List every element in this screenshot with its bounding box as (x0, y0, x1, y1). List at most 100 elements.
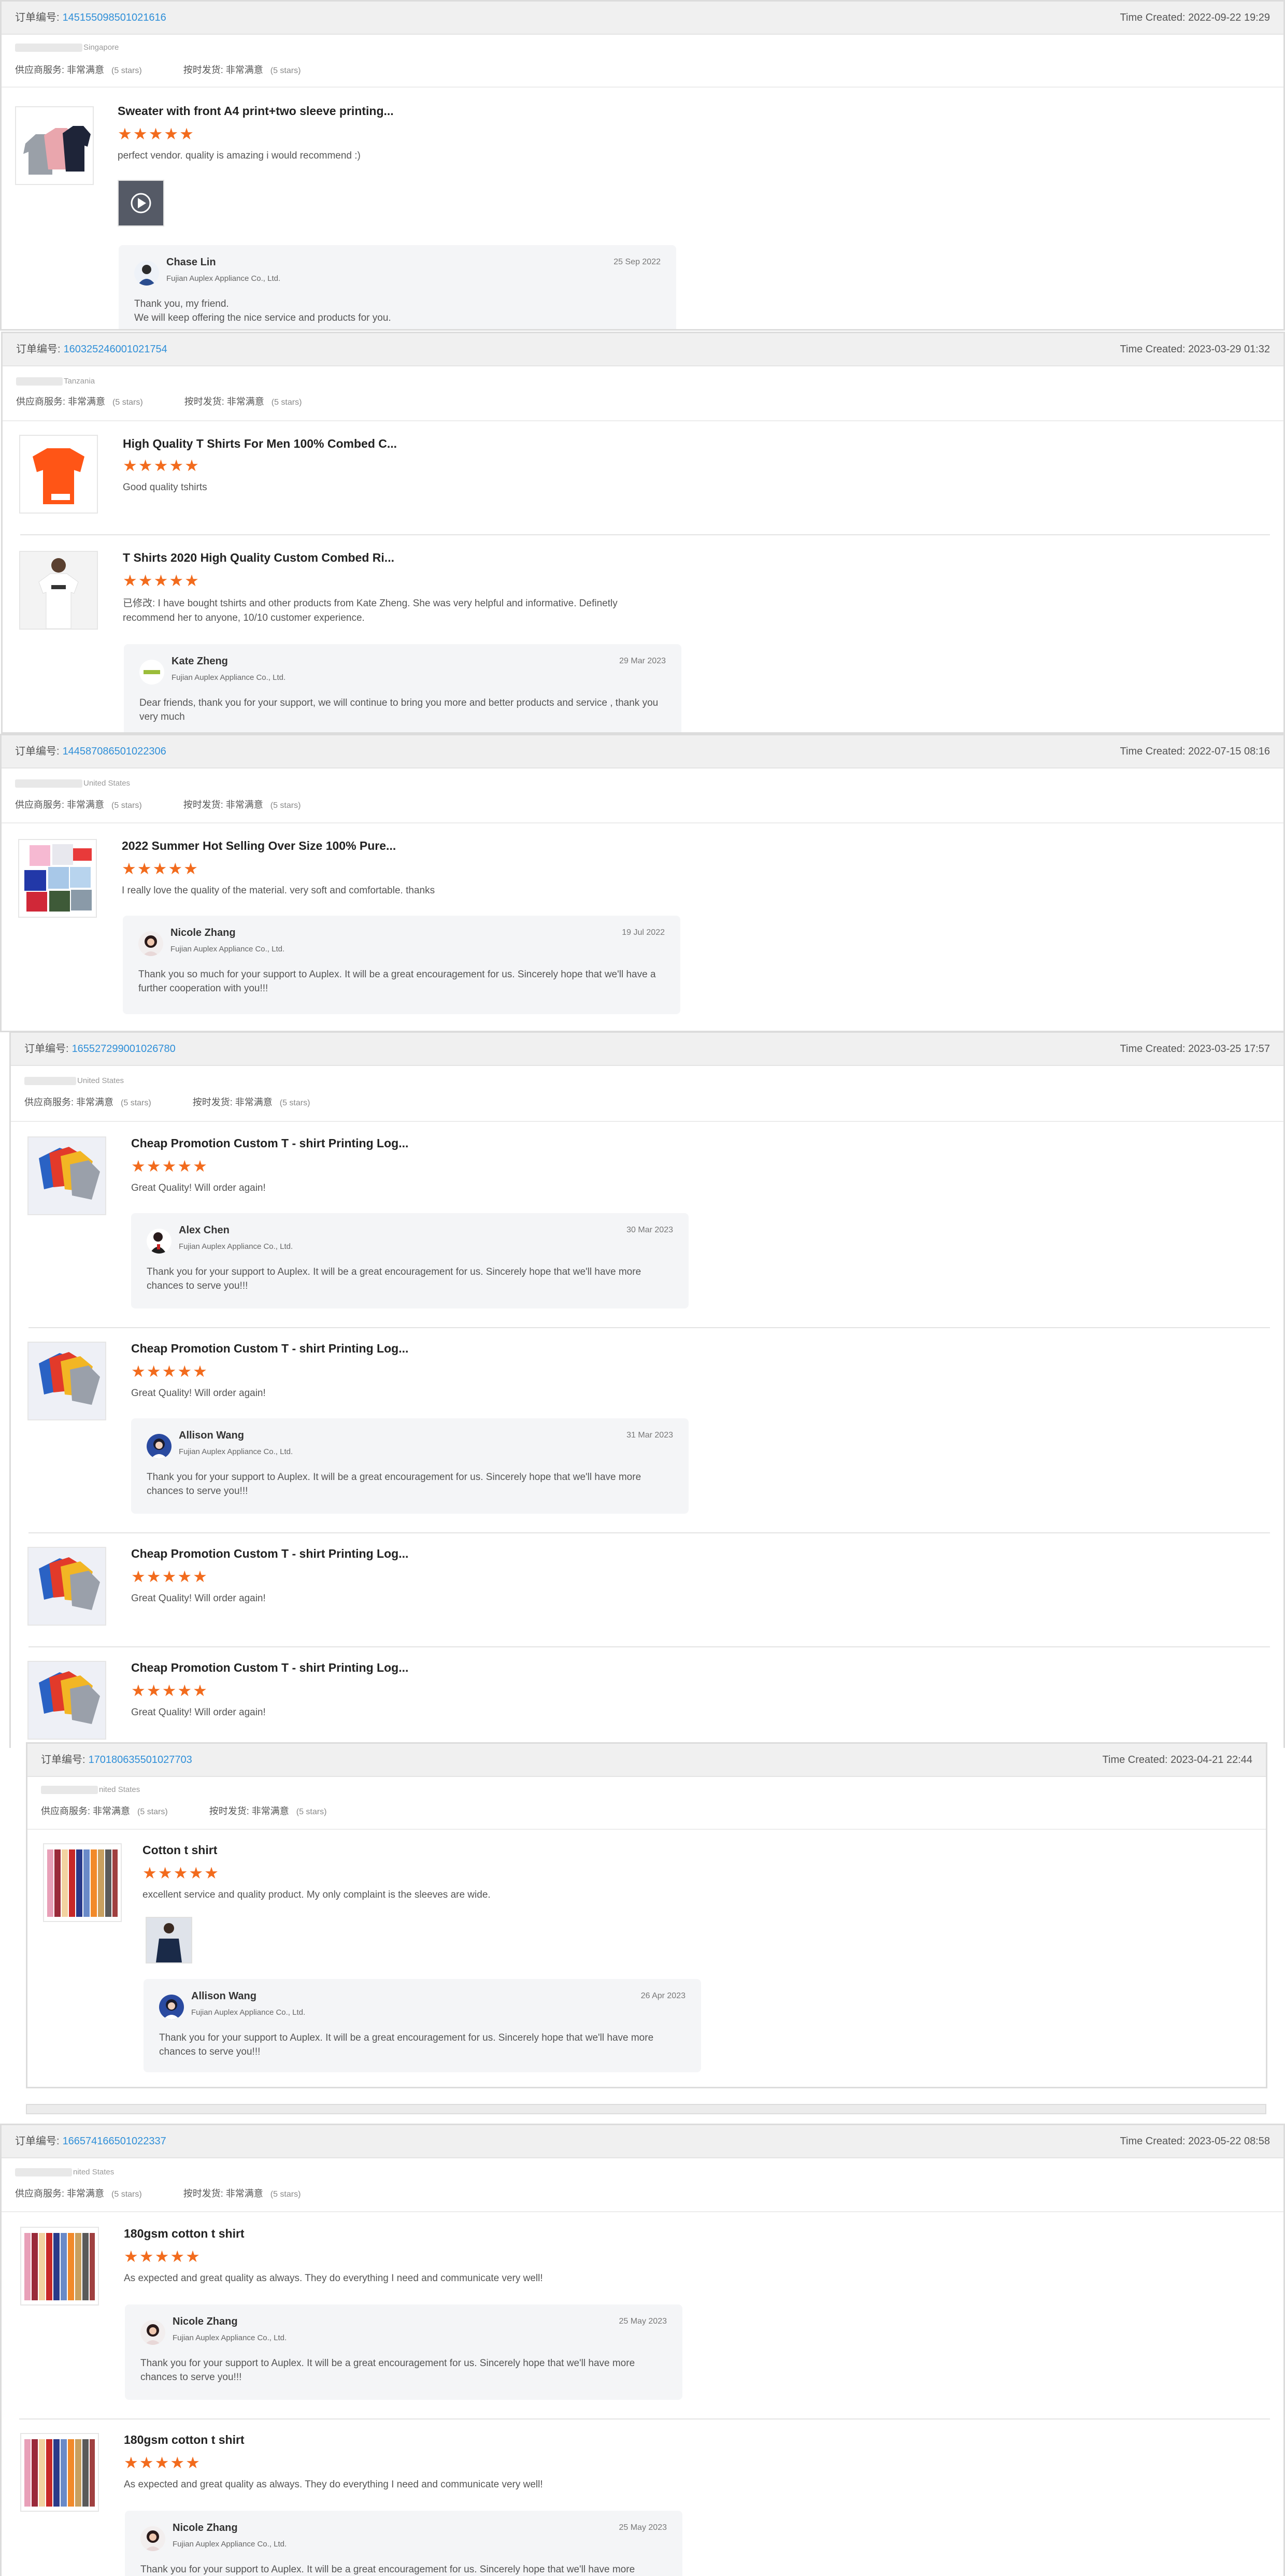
avatar (134, 261, 159, 286)
product-thumbnail[interactable] (19, 551, 98, 630)
reply-date: 25 May 2023 (619, 2317, 667, 2326)
buyer-name-blurred (16, 377, 63, 386)
review-text: excellent service and quality product. M… (142, 1889, 491, 1900)
reply-date: 29 Mar 2023 (619, 657, 666, 665)
rating-stars: ★★★★★ (124, 2454, 201, 2472)
rating-stars: ★★★★★ (131, 1157, 208, 1175)
product-thumbnail[interactable] (18, 839, 97, 918)
order-number-link[interactable]: 144587086501022306 (63, 746, 166, 757)
replier-company: Fujian Auplex Appliance Co., Ltd. (170, 945, 285, 953)
review-text: Great Quality! Will order again! (131, 1388, 266, 1399)
product-thumbnail[interactable] (27, 1342, 106, 1420)
product-title[interactable]: Cheap Promotion Custom T - shirt Printin… (131, 1136, 408, 1150)
product-title[interactable]: Cheap Promotion Custom T - shirt Printin… (131, 1547, 408, 1561)
replier-name: Allison Wang (191, 1990, 256, 2002)
product-thumbnail[interactable] (20, 2227, 99, 2305)
supplier-reply: Nicole Zhang Fujian Auplex Appliance Co.… (125, 2511, 682, 2576)
product-title[interactable]: 180gsm cotton t shirt (124, 2227, 245, 2241)
product-title[interactable]: High Quality T Shirts For Men 100% Combe… (123, 437, 397, 451)
reply-text: Thank you, my friend. We will keep offer… (134, 298, 391, 323)
buyer-location: Tanzania (16, 377, 95, 386)
rating-stars: ★★★★★ (124, 2247, 201, 2266)
reply-text: Dear friends, thank you for your support… (139, 698, 659, 722)
time-created-value: 2022-07-15 08:16 (1188, 746, 1270, 757)
review-text: Great Quality! Will order again! (131, 1183, 266, 1193)
divider (3, 420, 1283, 421)
divider (2, 2211, 1283, 2212)
time-created-label: Time Created: (1120, 344, 1186, 355)
buyer-location: nited States (15, 2168, 114, 2177)
buyer-name-blurred (24, 1077, 76, 1086)
review-text: perfect vendor. quality is amazing i wou… (118, 150, 361, 161)
order-number-label: 订单编号: (15, 2136, 60, 2147)
review-photo[interactable] (146, 1917, 192, 1963)
order-header: 订单编号: 165527299001026780 Time Created: 20… (11, 1033, 1283, 1066)
review-text: Great Quality! Will order again! (131, 1707, 266, 1718)
time-created-label: Time Created: (1120, 746, 1186, 757)
reply-date: 26 Apr 2023 (640, 1991, 686, 2000)
product-title[interactable]: Cotton t shirt (142, 1843, 217, 1857)
time-created-value: 2022-09-22 19:29 (1188, 12, 1270, 23)
product-title[interactable]: Cheap Promotion Custom T - shirt Printin… (131, 1342, 408, 1356)
review-video-thumbnail[interactable] (118, 180, 164, 226)
review-body: I have bought tshirts and other products… (123, 598, 618, 623)
order-number-link[interactable]: 170180635501027703 (89, 1754, 192, 1766)
order-card: 订单编号: 166574166501022337 Time Created: 20… (0, 2124, 1285, 2576)
product-thumbnail[interactable] (43, 1843, 122, 1922)
time-created-value: 2023-03-29 01:32 (1188, 344, 1270, 355)
order-number-link[interactable]: 166574166501022337 (63, 2136, 166, 2147)
buyer-name-blurred (15, 44, 82, 52)
product-thumbnail[interactable] (27, 1661, 106, 1740)
time-created-label: Time Created: (1120, 12, 1186, 23)
rating-summary: 供应商服务: 非常满意 (5 stars) 按时发货: 非常满意 (5 stars) (41, 1806, 327, 1816)
rating-stars: ★★★★★ (123, 572, 200, 590)
reply-text: Thank you for your support to Auplex. It… (159, 2032, 654, 2057)
rating-summary: 供应商服务: 非常满意 (5 stars) 按时发货: 非常满意 (5 stars) (15, 800, 301, 810)
time-created-value: 2023-03-25 17:57 (1188, 1043, 1270, 1055)
order-header: 订单编号: 160325246001021754 Time Created: 20… (3, 333, 1283, 366)
order-card: 订单编号: 160325246001021754 Time Created: 20… (1, 332, 1285, 734)
order-number-label: 订单编号: (15, 12, 60, 23)
product-thumbnail[interactable] (20, 2433, 99, 2512)
order-number-link[interactable]: 145155098501021616 (63, 12, 166, 23)
product-title[interactable]: T Shirts 2020 High Quality Custom Combed… (123, 551, 394, 565)
order-number-label: 订单编号: (16, 344, 61, 355)
rating-summary: 供应商服务: 非常满意 (5 stars) 按时发货: 非常满意 (5 stars) (16, 396, 302, 407)
product-title[interactable]: Cheap Promotion Custom T - shirt Printin… (131, 1661, 408, 1675)
avatar (139, 660, 164, 685)
buyer-name-blurred (41, 1786, 98, 1795)
review-text: 已修改: I have bought tshirts and other pro… (123, 596, 651, 625)
product-thumbnail[interactable] (27, 1547, 106, 1626)
time-created-label: Time Created: (1120, 2136, 1186, 2147)
rating-stars: ★★★★★ (122, 860, 199, 878)
order-number-link[interactable]: 160325246001021754 (64, 344, 167, 355)
divider (19, 2418, 1270, 2420)
divider (27, 1829, 1266, 1830)
replier-company: Fujian Auplex Appliance Co., Ltd. (166, 274, 281, 283)
product-title[interactable]: 180gsm cotton t shirt (124, 2433, 245, 2447)
order-header: 订单编号: 144587086501022306 Time Created: 20… (2, 735, 1283, 768)
buyer-location: United States (24, 1076, 124, 1086)
avatar (138, 931, 163, 956)
product-thumbnail[interactable] (19, 435, 98, 514)
time-created-label: Time Created: (1120, 1043, 1186, 1055)
replier-name: Nicole Zhang (170, 927, 236, 938)
divider (2, 87, 1283, 88)
divider (28, 1532, 1270, 1533)
product-title[interactable]: 2022 Summer Hot Selling Over Size 100% P… (122, 839, 396, 853)
rating-summary: 供应商服务: 非常满意 (5 stars) 按时发货: 非常满意 (5 stars) (15, 2188, 301, 2199)
product-title[interactable]: Sweater with front A4 print+two sleeve p… (118, 104, 394, 118)
product-thumbnail[interactable] (27, 1136, 106, 1215)
review-text: Good quality tshirts (123, 482, 207, 493)
order-card: 订单编号: 144587086501022306 Time Created: 20… (0, 734, 1285, 1032)
buyer-country: Singapore (83, 43, 119, 52)
rating-stars: ★★★★★ (142, 1864, 220, 1882)
avatar (147, 1229, 172, 1254)
replier-name: Nicole Zhang (173, 2522, 238, 2534)
order-number-link[interactable]: 165527299001026780 (72, 1043, 176, 1055)
reply-text: Thank you for your support to Auplex. It… (140, 2358, 635, 2383)
replier-company: Fujian Auplex Appliance Co., Ltd. (179, 1447, 293, 1456)
rating-summary: 供应商服务: 非常满意 (5 stars) 按时发货: 非常满意 (5 stars) (24, 1097, 310, 1107)
rating-summary: 供应商服务: 非常满意 (5 stars) 按时发货: 非常满意 (5 stars) (15, 65, 301, 75)
product-thumbnail[interactable] (15, 106, 94, 185)
